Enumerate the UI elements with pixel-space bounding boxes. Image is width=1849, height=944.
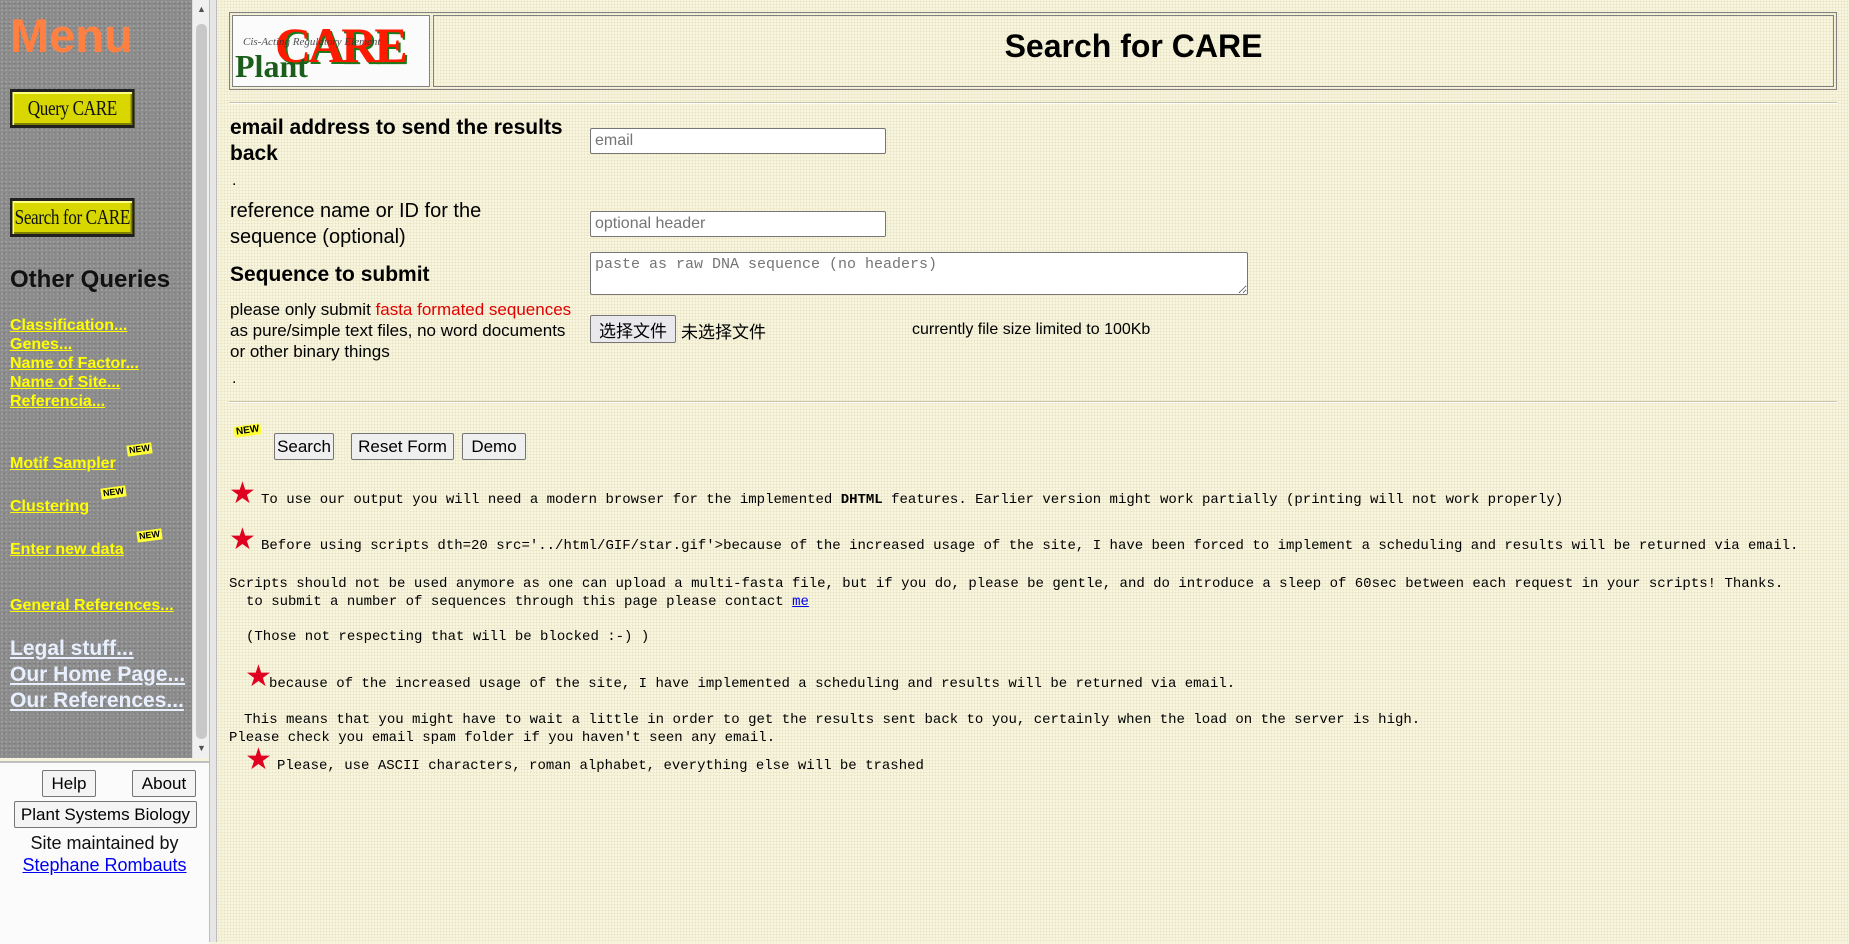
page-title: Search for CARE bbox=[1004, 27, 1263, 64]
logo-subtitle: Cis-Acting Regulatory Element bbox=[243, 36, 381, 48]
note-browser-text-2: features. Earlier version might work par… bbox=[882, 492, 1564, 508]
header-table: CARE Cis-Acting Regulatory Element Plant… bbox=[229, 12, 1837, 90]
other-queries-heading: Other Queries bbox=[10, 266, 171, 293]
sequence-textarea[interactable] bbox=[590, 252, 1248, 295]
new-badge: NEW bbox=[136, 528, 163, 543]
note-ascii: Please, use ASCII characters, roman alph… bbox=[277, 758, 924, 774]
search-button[interactable]: Search bbox=[274, 433, 334, 460]
star-icon: ★ bbox=[229, 523, 256, 556]
note-contact: to submit a number of sequences through … bbox=[246, 594, 809, 610]
file-status: 未选择文件 bbox=[681, 323, 766, 342]
note-dhtml: DHTML bbox=[840, 492, 883, 508]
link-motif-sampler[interactable]: Motif Sampler bbox=[10, 455, 116, 473]
sequence-label: Sequence to submit bbox=[230, 263, 430, 286]
divider bbox=[229, 102, 1837, 104]
main-content: CARE Cis-Acting Regulatory Element Plant… bbox=[217, 0, 1849, 942]
link-home-page[interactable]: Our Home Page... bbox=[10, 663, 185, 687]
dot: . bbox=[232, 172, 237, 189]
fasta-note: fasta formated sequences bbox=[375, 300, 572, 319]
note-contact-text: to submit a number of sequences through … bbox=[246, 594, 793, 610]
link-name-of-factor[interactable]: Name of Factor... bbox=[10, 355, 139, 373]
link-genes[interactable]: Genes... bbox=[10, 336, 72, 354]
choose-file-button[interactable]: 选择文件 bbox=[590, 315, 676, 343]
footer-frame: Help About Plant Systems Biology Site ma… bbox=[0, 761, 209, 944]
plantcare-logo: CARE Cis-Acting Regulatory Element Plant bbox=[232, 15, 430, 87]
contact-me-link[interactable]: me bbox=[792, 594, 809, 610]
email-label: email address to send the results back bbox=[230, 116, 563, 165]
link-our-references[interactable]: Our References... bbox=[10, 689, 184, 713]
plant-systems-biology-button[interactable]: Plant Systems Biology bbox=[14, 801, 197, 828]
note-wait: This means that you might have to wait a… bbox=[244, 712, 1421, 728]
note-spam: Please check you email spam folder if yo… bbox=[229, 730, 776, 746]
query-care-button[interactable]: Query CARE bbox=[10, 89, 135, 128]
maintained-by-text: Site maintained by bbox=[30, 833, 179, 853]
reference-label: reference name or ID for the sequence (o… bbox=[230, 200, 482, 248]
file-limit-note: currently file size limited to 100Kb bbox=[912, 321, 1151, 338]
note-multifasta: Scripts should not be used anymore as on… bbox=[229, 576, 1784, 592]
about-button[interactable]: About bbox=[132, 770, 196, 797]
submit-note-text: please only submit bbox=[230, 300, 376, 319]
menu-frame: Menu Query CARE Search for CARE Other Qu… bbox=[0, 0, 192, 758]
frame-divider[interactable] bbox=[209, 0, 217, 942]
title-cell: Search for CARE bbox=[433, 15, 1834, 87]
note-blocked: (Those not respecting that will be block… bbox=[246, 629, 650, 645]
help-button[interactable]: Help bbox=[42, 770, 96, 797]
submit-note: please only submit fasta formated sequen… bbox=[230, 299, 600, 362]
link-enter-new-data[interactable]: Enter new data bbox=[10, 541, 124, 559]
search-care-button[interactable]: Search for CARE bbox=[10, 198, 135, 237]
new-badge: NEW bbox=[100, 485, 127, 500]
star-icon: ★ bbox=[245, 660, 272, 693]
note-scheduling: because of the increased usage of the si… bbox=[269, 676, 1236, 692]
submit-note-text-2: as pure/simple text files, no word docum… bbox=[230, 321, 566, 340]
link-general-references[interactable]: General References... bbox=[10, 597, 174, 615]
link-legal[interactable]: Legal stuff... bbox=[10, 637, 134, 661]
new-badge: NEW bbox=[233, 423, 262, 438]
link-name-of-site[interactable]: Name of Site... bbox=[10, 374, 120, 392]
star-icon: ★ bbox=[229, 477, 256, 510]
logo-plant-text: Plant bbox=[235, 48, 308, 84]
author-link[interactable]: Stephane Rombauts bbox=[0, 855, 209, 876]
link-referencia[interactable]: Referencia... bbox=[10, 393, 105, 411]
dot: . bbox=[232, 370, 237, 387]
note-scripts: Before using scripts dth=20 src='../html… bbox=[261, 538, 1799, 554]
divider bbox=[229, 401, 1837, 403]
menu-scrollbar[interactable]: ▲ ▼ bbox=[192, 0, 210, 758]
reference-input[interactable] bbox=[590, 211, 886, 237]
new-badge: NEW bbox=[126, 442, 153, 457]
email-input[interactable] bbox=[590, 128, 886, 154]
menu-title: Menu bbox=[10, 9, 133, 62]
note-browser: To use our output you will need a modern… bbox=[261, 492, 1563, 508]
scroll-up-icon[interactable]: ▲ bbox=[197, 4, 206, 14]
demo-button[interactable]: Demo bbox=[462, 433, 526, 460]
reset-form-button[interactable]: Reset Form bbox=[351, 433, 454, 460]
note-browser-text: To use our output you will need a modern… bbox=[261, 492, 841, 508]
scrollbar-thumb[interactable] bbox=[196, 24, 207, 739]
star-icon: ★ bbox=[245, 743, 272, 776]
submit-note-text-3: or other binary things bbox=[230, 342, 390, 361]
scroll-down-icon[interactable]: ▼ bbox=[197, 743, 206, 753]
link-clustering[interactable]: Clustering bbox=[10, 498, 89, 516]
link-classification[interactable]: Classification... bbox=[10, 317, 127, 335]
